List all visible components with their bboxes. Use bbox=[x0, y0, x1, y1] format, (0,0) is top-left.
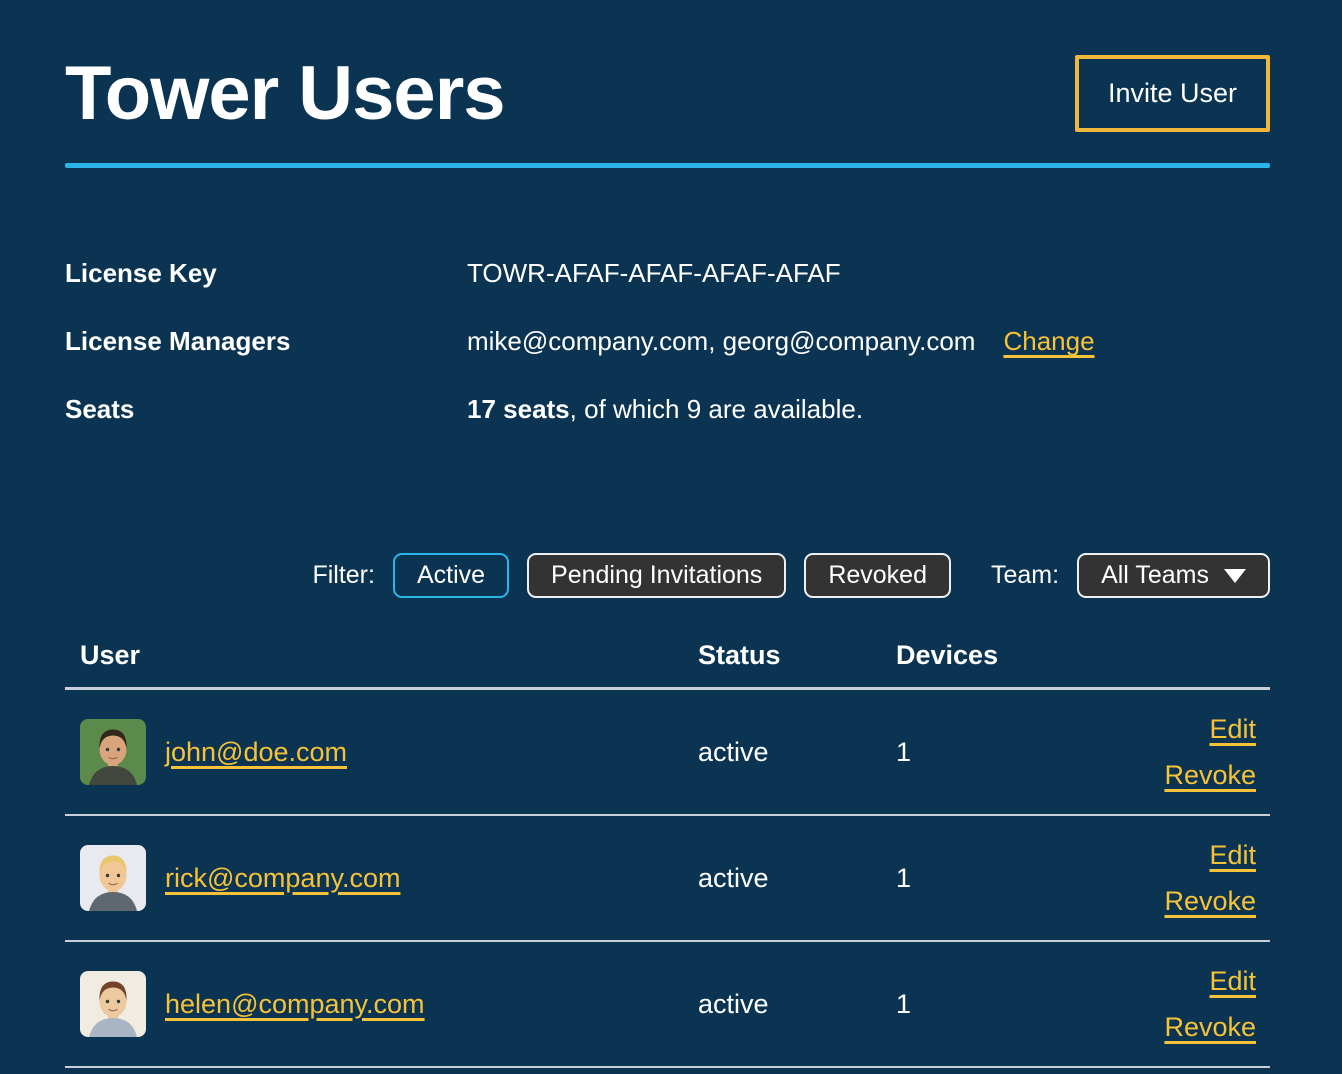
user-status: active bbox=[698, 863, 896, 894]
license-key-value: TOWR-AFAF-AFAF-AFAF-AFAF bbox=[467, 258, 841, 289]
tower-users-page: Tower Users Invite User License Key TOWR… bbox=[0, 46, 1342, 1068]
license-managers-value: mike@company.com, georg@company.com Chang… bbox=[467, 326, 1095, 357]
seats-row: Seats 17 seats, of which 9 are available… bbox=[65, 394, 1270, 425]
table-row: rick@company.com active 1 Edit Revoke bbox=[65, 816, 1270, 942]
actions-cell: Edit Revoke bbox=[1136, 840, 1270, 917]
actions-cell: Edit Revoke bbox=[1136, 966, 1270, 1043]
user-devices: 1 bbox=[896, 989, 1136, 1020]
team-label: Team: bbox=[991, 561, 1059, 590]
user-cell: helen@company.com bbox=[80, 971, 698, 1037]
table-header-row: User Status Devices bbox=[65, 640, 1270, 690]
page-title: Tower Users bbox=[65, 46, 505, 141]
column-header-devices: Devices bbox=[896, 640, 1136, 671]
user-status: active bbox=[698, 989, 896, 1020]
filter-active-button[interactable]: Active bbox=[393, 553, 509, 598]
invite-user-button[interactable]: Invite User bbox=[1075, 55, 1270, 132]
caret-down-icon bbox=[1224, 569, 1246, 583]
filter-label: Filter: bbox=[312, 561, 375, 590]
filter-revoked-button[interactable]: Revoked bbox=[804, 553, 951, 598]
revoke-link[interactable]: Revoke bbox=[1164, 886, 1256, 917]
revoke-link[interactable]: Revoke bbox=[1164, 1012, 1256, 1043]
edit-link[interactable]: Edit bbox=[1209, 714, 1256, 745]
user-cell: rick@company.com bbox=[80, 845, 698, 911]
license-info-section: License Key TOWR-AFAF-AFAF-AFAF-AFAF Lic… bbox=[65, 258, 1270, 425]
user-avatar bbox=[80, 845, 146, 911]
revoke-link[interactable]: Revoke bbox=[1164, 760, 1256, 791]
seats-value: 17 seats, of which 9 are available. bbox=[467, 394, 863, 425]
user-devices: 1 bbox=[896, 737, 1136, 768]
team-dropdown-value: All Teams bbox=[1101, 563, 1209, 588]
edit-link[interactable]: Edit bbox=[1209, 966, 1256, 997]
seats-detail: , of which 9 are available. bbox=[570, 394, 863, 424]
license-managers-row: License Managers mike@company.com, georg… bbox=[65, 326, 1270, 357]
user-email-link[interactable]: helen@company.com bbox=[165, 989, 425, 1020]
user-status: active bbox=[698, 737, 896, 768]
license-managers-label: License Managers bbox=[65, 326, 467, 357]
user-email-link[interactable]: rick@company.com bbox=[165, 863, 400, 894]
users-table: User Status Devices bbox=[65, 640, 1270, 1068]
license-key-row: License Key TOWR-AFAF-AFAF-AFAF-AFAF bbox=[65, 258, 1270, 289]
user-devices: 1 bbox=[896, 863, 1136, 894]
actions-cell: Edit Revoke bbox=[1136, 714, 1270, 791]
user-email-link[interactable]: john@doe.com bbox=[165, 737, 347, 768]
change-managers-link[interactable]: Change bbox=[1003, 326, 1094, 356]
table-row: helen@company.com active 1 Edit Revoke bbox=[65, 942, 1270, 1068]
filter-bar: Filter: Active Pending Invitations Revok… bbox=[65, 553, 1270, 598]
user-avatar bbox=[80, 719, 146, 785]
user-cell: john@doe.com bbox=[80, 719, 698, 785]
page-header: Tower Users Invite User bbox=[65, 46, 1270, 141]
seats-count: 17 seats bbox=[467, 394, 570, 424]
user-avatar bbox=[80, 971, 146, 1037]
column-header-user: User bbox=[80, 640, 698, 671]
team-dropdown[interactable]: All Teams bbox=[1077, 553, 1270, 598]
license-key-label: License Key bbox=[65, 258, 467, 289]
edit-link[interactable]: Edit bbox=[1209, 840, 1256, 871]
seats-label: Seats bbox=[65, 394, 467, 425]
table-row: john@doe.com active 1 Edit Revoke bbox=[65, 690, 1270, 816]
filter-pending-invitations-button[interactable]: Pending Invitations bbox=[527, 553, 786, 598]
column-header-status: Status bbox=[698, 640, 896, 671]
title-divider bbox=[65, 163, 1270, 168]
license-managers-emails: mike@company.com, georg@company.com bbox=[467, 326, 975, 356]
